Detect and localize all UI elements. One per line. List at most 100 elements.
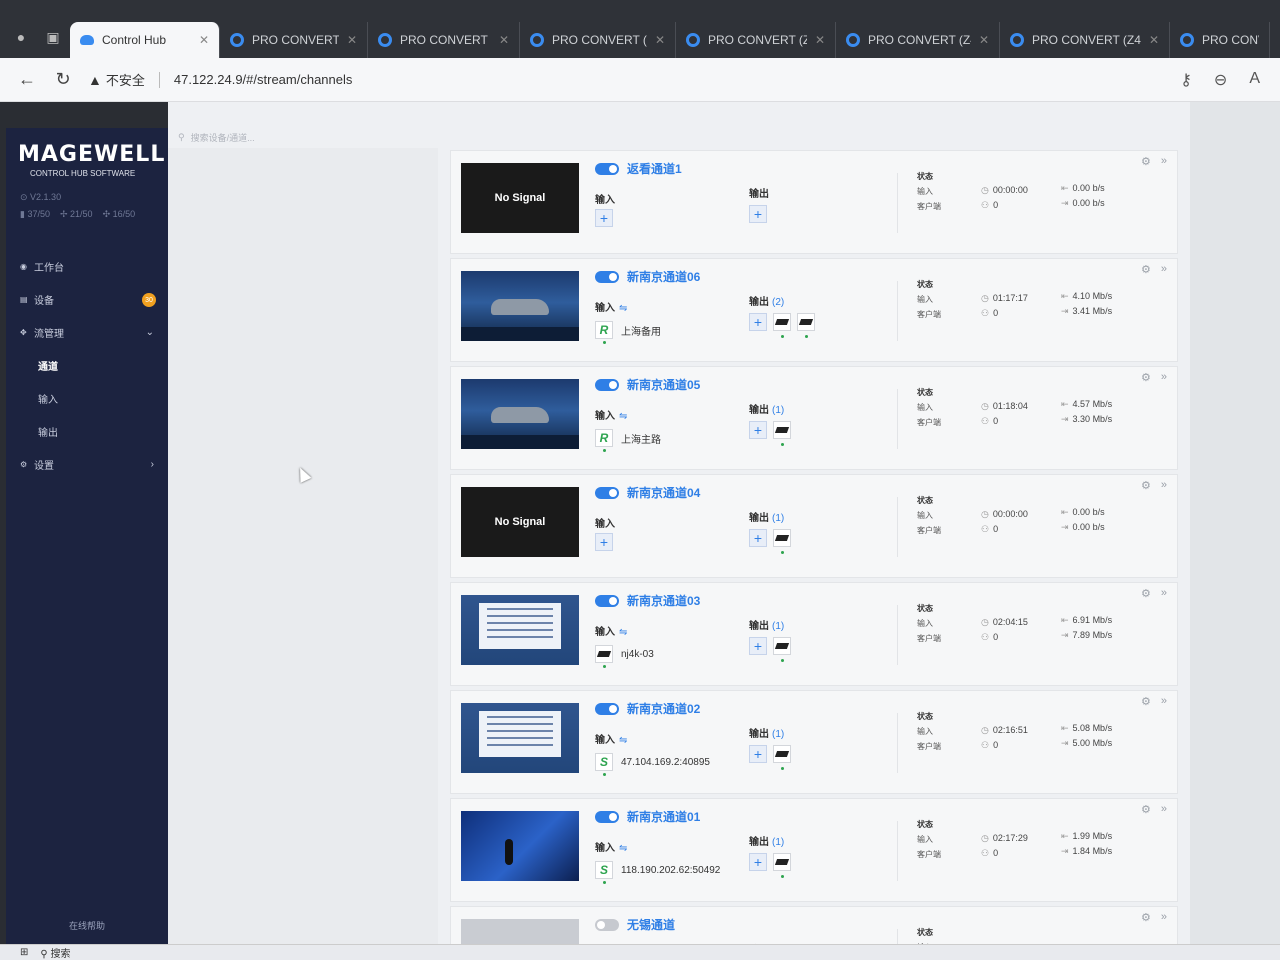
input-switch-icon[interactable]: ⇋ — [619, 411, 627, 422]
input-source[interactable]: S 47.104.169.2:40895 — [595, 753, 710, 771]
input-switch-icon[interactable]: ⇋ — [619, 843, 627, 854]
channel-enable-toggle[interactable] — [595, 379, 619, 391]
channel-name[interactable]: 新南京通道04 — [627, 484, 700, 501]
close-icon[interactable]: ✕ — [199, 33, 209, 47]
back-icon[interactable]: ← — [16, 69, 38, 90]
sidebar-item[interactable]: ◉ 工作台 — [6, 250, 168, 283]
close-icon[interactable]: ✕ — [347, 33, 357, 47]
taskbar-search[interactable]: ⚲ 搜索 — [40, 945, 70, 960]
sidebar-item[interactable]: 通道 — [6, 349, 168, 382]
channel-enable-toggle[interactable] — [595, 703, 619, 715]
channel-name[interactable]: 新南京通道01 — [627, 808, 700, 825]
security-warning[interactable]: ▲ 不安全 — [88, 70, 145, 89]
add-input-button[interactable]: + — [595, 533, 613, 551]
settings-icon[interactable]: ⚙ — [1141, 263, 1151, 276]
channel-name[interactable]: 新南京通道03 — [627, 592, 700, 609]
input-source[interactable]: R 上海备用 — [595, 321, 661, 339]
reload-icon[interactable]: ↻ — [52, 69, 74, 90]
settings-icon[interactable]: ⚙ — [1141, 479, 1151, 492]
browser-tab[interactable]: PRO CONVERT (Z421 ✕ — [836, 22, 1000, 58]
output-device[interactable] — [773, 529, 791, 547]
channel-preview[interactable]: No Signal — [461, 487, 579, 557]
channel-preview[interactable] — [461, 703, 579, 773]
windows-icon[interactable]: ⊞ — [20, 947, 28, 958]
search-bar[interactable]: ⚲ 搜索设备/通道... — [168, 126, 1208, 148]
sidebar-item[interactable]: ✥ 流管理 ⌄ — [6, 316, 168, 349]
channel-enable-toggle[interactable] — [595, 271, 619, 283]
channel-name[interactable]: 新南京通道06 — [627, 268, 700, 285]
chevron-right-icon[interactable]: » — [1161, 263, 1167, 276]
chevron-right-icon[interactable]: » — [1161, 479, 1167, 492]
url-field[interactable]: 47.122.24.9/#/stream/channels — [174, 72, 1166, 87]
input-switch-icon[interactable]: ⇋ — [619, 303, 627, 314]
chevron-right-icon[interactable]: » — [1161, 587, 1167, 600]
close-icon[interactable]: ✕ — [499, 33, 509, 47]
settings-icon[interactable]: ⚙ — [1141, 911, 1151, 924]
channel-name[interactable]: 新南京通道02 — [627, 700, 700, 717]
settings-icon[interactable]: ⚙ — [1141, 803, 1151, 816]
zoom-icon[interactable]: ⊖ — [1214, 70, 1227, 90]
add-output-button[interactable]: + — [749, 529, 767, 547]
browser-tab[interactable]: PRO CONVERT (Z421 ✕ — [220, 22, 368, 58]
chevron-right-icon[interactable]: » — [1161, 155, 1167, 168]
input-source[interactable]: R 上海主路 — [595, 429, 661, 447]
sidebar-item[interactable]: ▤ 设备 30 — [6, 283, 168, 316]
output-device[interactable] — [773, 637, 791, 655]
sidebar-item[interactable]: ⚙ 设置 › — [6, 448, 168, 481]
tab-actions-icon[interactable]: ▣ — [38, 22, 68, 52]
channel-name[interactable]: 返看通道1 — [627, 160, 682, 177]
add-output-button[interactable]: + — [749, 637, 767, 655]
channel-enable-toggle[interactable] — [595, 811, 619, 823]
chevron-right-icon[interactable]: » — [1161, 911, 1167, 924]
add-output-button[interactable]: + — [749, 421, 767, 439]
add-output-button[interactable]: + — [749, 313, 767, 331]
profile-icon[interactable]: ● — [6, 22, 36, 52]
channel-preview[interactable]: No Signal — [461, 163, 579, 233]
settings-icon[interactable]: ⚙ — [1141, 155, 1151, 168]
channel-name[interactable]: 无锡通道 — [627, 916, 675, 933]
add-output-button[interactable]: + — [749, 205, 767, 223]
close-icon[interactable]: ✕ — [655, 33, 665, 47]
channel-preview[interactable] — [461, 811, 579, 881]
key-icon[interactable]: ⚷ — [1180, 70, 1192, 90]
chevron-right-icon[interactable]: » — [1161, 371, 1167, 384]
output-device[interactable] — [773, 421, 791, 439]
browser-tab[interactable]: PRO CONVERT (Z421 ✕ — [1000, 22, 1170, 58]
online-help-link[interactable]: 在线帮助 — [6, 919, 168, 932]
sidebar-item[interactable]: 输出 — [6, 415, 168, 448]
browser-tab[interactable]: PRO CONVERT (Z421 ✕ — [520, 22, 676, 58]
settings-icon[interactable]: ⚙ — [1141, 695, 1151, 708]
browser-tab[interactable]: PRO CONVERT (Z421 ✕ — [368, 22, 520, 58]
channel-preview[interactable] — [461, 595, 579, 665]
input-source[interactable]: nj4k-03 — [595, 645, 654, 663]
input-switch-icon[interactable]: ⇋ — [619, 735, 627, 746]
add-output-button[interactable]: + — [749, 853, 767, 871]
channel-enable-toggle[interactable] — [595, 487, 619, 499]
browser-tab[interactable]: PRO CONV — [1170, 22, 1270, 58]
add-output-button[interactable]: + — [749, 745, 767, 763]
channel-enable-toggle[interactable] — [595, 595, 619, 607]
channel-name[interactable]: 新南京通道05 — [627, 376, 700, 393]
sidebar-item[interactable]: 输入 — [6, 382, 168, 415]
search-input[interactable]: 搜索设备/通道... — [191, 131, 255, 144]
close-icon[interactable]: ✕ — [979, 33, 989, 47]
output-device[interactable] — [773, 745, 791, 763]
close-icon[interactable]: ✕ — [815, 33, 825, 47]
browser-tab[interactable]: PRO CONVERT (Z421 ✕ — [676, 22, 836, 58]
chevron-right-icon[interactable]: » — [1161, 803, 1167, 816]
read-aloud-icon[interactable]: A — [1249, 70, 1260, 90]
add-input-button[interactable]: + — [595, 209, 613, 227]
input-switch-icon[interactable]: ⇋ — [619, 627, 627, 638]
input-source[interactable]: S 118.190.202.62:50492 — [595, 861, 720, 879]
channel-preview[interactable] — [461, 271, 579, 341]
settings-icon[interactable]: ⚙ — [1141, 587, 1151, 600]
close-icon[interactable]: ✕ — [1149, 33, 1159, 47]
browser-tab[interactable]: Control Hub ✕ — [70, 22, 220, 58]
output-device[interactable] — [773, 313, 791, 331]
channel-enable-toggle[interactable] — [595, 163, 619, 175]
settings-icon[interactable]: ⚙ — [1141, 371, 1151, 384]
output-device[interactable] — [773, 853, 791, 871]
chevron-right-icon[interactable]: » — [1161, 695, 1167, 708]
channel-enable-toggle[interactable] — [595, 919, 619, 931]
output-device[interactable] — [797, 313, 815, 331]
